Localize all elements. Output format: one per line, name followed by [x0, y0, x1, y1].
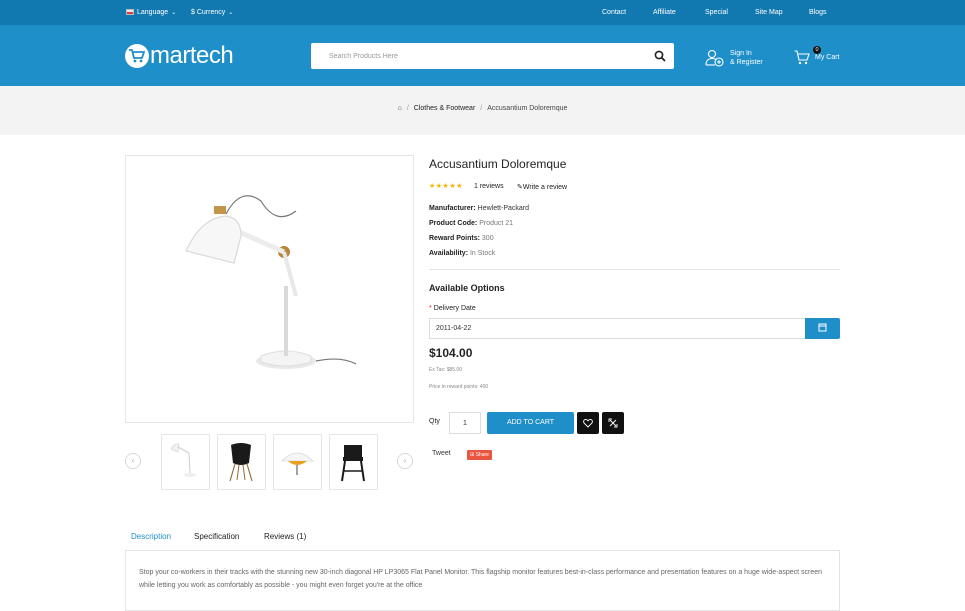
site-logo[interactable]: martech: [125, 42, 234, 69]
thumbnail-lamp[interactable]: [161, 434, 210, 490]
sign-in-text: Sign In & Register: [730, 49, 763, 67]
plus-icon: ⊞: [470, 452, 475, 458]
black-chair-thumbnail-image: [229, 443, 253, 482]
breadcrumb-category[interactable]: Clothes & Footwear: [414, 105, 475, 112]
cart-count-badge: 0: [813, 46, 821, 54]
description-text: Stop your co-workers in their tracks wit…: [139, 569, 822, 589]
language-label: Language: [137, 9, 169, 16]
register-label: & Register: [730, 59, 763, 66]
share-label: Share: [475, 452, 489, 458]
thumbnail-black-chair[interactable]: [217, 434, 266, 490]
currency-label: $ Currency: [191, 9, 226, 16]
user-add-icon: [705, 49, 724, 67]
sign-in-label: Sign In: [730, 50, 752, 57]
availability-value: In Stock: [469, 250, 496, 257]
high-chair-thumbnail-image: [341, 445, 365, 482]
pendant-lamp-thumbnail-image: [281, 452, 314, 475]
cart-label: My Cart: [815, 53, 840, 61]
calendar-button[interactable]: [805, 318, 840, 339]
reward-points-row: Reward Points: 300: [429, 235, 494, 242]
product-title: Accusantium Doloremque: [429, 157, 567, 171]
tab-reviews[interactable]: Reviews (1): [264, 532, 306, 541]
breadcrumb-separator: /: [406, 105, 409, 112]
top-link-site-map[interactable]: Site Map: [755, 0, 783, 25]
delivery-date-text: Delivery Date: [433, 305, 476, 312]
language-selector[interactable]: Language ⌄: [126, 0, 176, 25]
desk-lamp-image: [185, 195, 357, 369]
tab-description[interactable]: Description: [131, 532, 171, 541]
product-code-row: Product Code: Product 21: [429, 220, 513, 227]
write-review-label: Write a review: [522, 184, 568, 191]
reward-points-value: 300: [481, 235, 494, 242]
top-link-contact[interactable]: Contact: [602, 0, 626, 25]
cart-icon: [794, 50, 810, 65]
ex-tax-price: Ex Tax: $85.00: [429, 367, 462, 373]
search-input[interactable]: [311, 43, 641, 69]
main-product-image[interactable]: [125, 155, 414, 423]
cart-logo-icon: [125, 44, 149, 68]
search-box: [311, 43, 674, 69]
manufacturer-label: Manufacturer:: [429, 205, 476, 212]
info-divider: [429, 269, 840, 270]
top-bar: Language ⌄ $ Currency ⌄ Contact Affiliate …: [0, 0, 965, 25]
wishlist-button[interactable]: [577, 412, 599, 434]
tweet-button[interactable]: Tweet: [432, 450, 451, 457]
top-link-special[interactable]: Special: [705, 0, 728, 25]
available-options-heading: Available Options: [429, 283, 505, 293]
thumbs-prev-button[interactable]: ‹: [125, 453, 141, 469]
reward-points-label: Reward Points:: [429, 235, 480, 242]
compare-icon: [608, 418, 618, 428]
cart-button[interactable]: 0 My Cart: [794, 46, 840, 68]
product-code-value: Product 21: [479, 220, 514, 227]
share-button[interactable]: ⊞ Share: [467, 450, 492, 460]
availability-label: Availability:: [429, 250, 469, 257]
reviews-count-link[interactable]: 1 reviews: [474, 183, 504, 190]
top-link-affiliate[interactable]: Affiliate: [653, 0, 676, 25]
chevron-down-icon: ⌄: [228, 10, 234, 16]
write-review-link[interactable]: ✎Write a review: [517, 183, 567, 191]
quantity-input[interactable]: [449, 412, 481, 434]
thumbs-next-button[interactable]: ›: [397, 453, 413, 469]
top-link-blogs[interactable]: Blogs: [809, 0, 827, 25]
heart-icon: [583, 419, 593, 428]
home-icon[interactable]: ⌂: [398, 105, 402, 112]
chevron-down-icon: ⌄: [171, 10, 177, 16]
search-icon[interactable]: [654, 50, 666, 62]
calendar-icon: [818, 323, 827, 332]
quantity-label: Qty: [429, 418, 440, 425]
product-price: $104.00: [429, 346, 473, 360]
logo-text: martech: [150, 42, 234, 69]
manufacturer-value[interactable]: Hewlett-Packard: [478, 205, 529, 212]
availability-row: Availability: In Stock: [429, 250, 495, 257]
delivery-date-label: * Delivery Date: [429, 305, 476, 312]
sign-in-link[interactable]: Sign In & Register: [705, 47, 763, 69]
required-asterisk: *: [429, 305, 432, 312]
manufacturer-row: Manufacturer: Hewlett-Packard: [429, 205, 529, 212]
thumbnail-pendant-lamp[interactable]: [273, 434, 322, 490]
delivery-date-input[interactable]: [429, 318, 806, 339]
currency-selector[interactable]: $ Currency ⌄: [191, 0, 233, 25]
lamp-thumbnail-image: [170, 443, 196, 477]
rating-stars: ★★★★★: [429, 183, 463, 190]
add-to-cart-button[interactable]: ADD TO CART: [487, 412, 574, 434]
breadcrumb: ⌂ / Clothes & Footwear / Accusantium Dolorem…: [0, 105, 965, 112]
compare-button[interactable]: [602, 412, 624, 434]
flag-icon: [126, 9, 134, 15]
breadcrumb-separator: /: [480, 105, 483, 112]
product-code-label: Product Code:: [429, 220, 478, 227]
reward-points-price: Price in reward points: 400: [429, 384, 489, 390]
thumbnail-high-chair[interactable]: [329, 434, 378, 490]
tab-specification[interactable]: Specification: [194, 532, 239, 541]
breadcrumb-current: Accusantium Doloremque: [487, 105, 568, 112]
